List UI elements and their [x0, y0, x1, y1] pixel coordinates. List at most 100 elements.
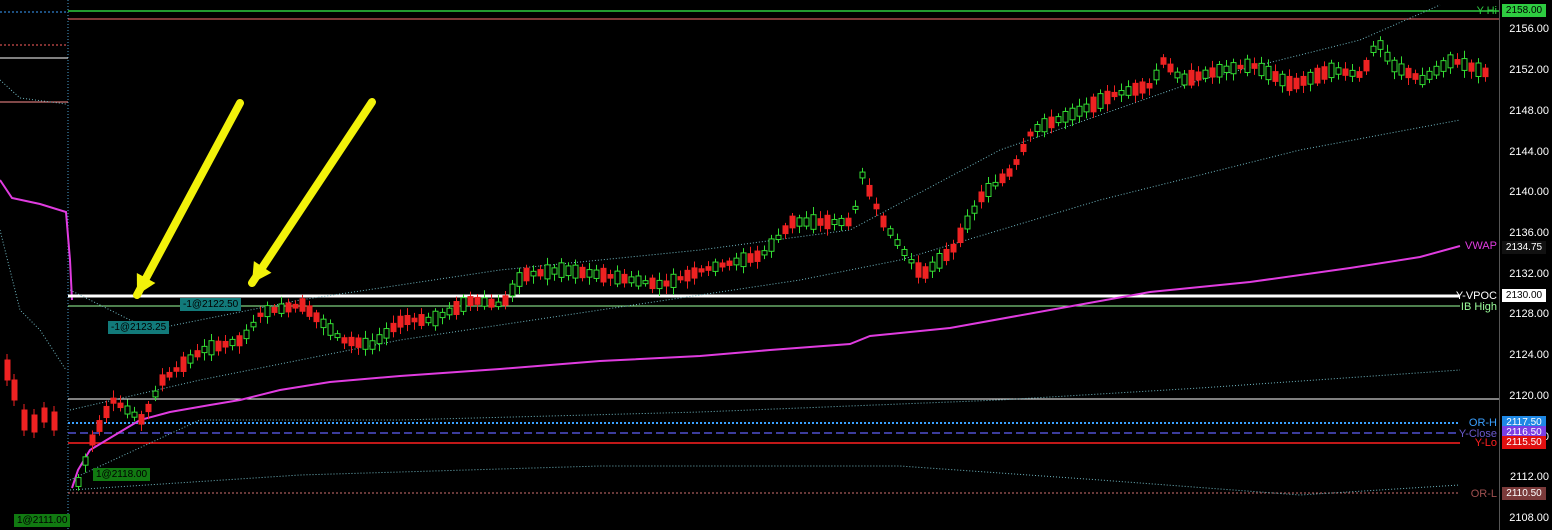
candle-body: [1111, 91, 1118, 98]
candle-body: [558, 262, 565, 278]
trade-marker-buy-1[interactable]: 1@2118.00: [93, 468, 151, 481]
candle-body: [96, 420, 103, 432]
candle-body: [208, 340, 215, 356]
candle-body: [789, 215, 796, 229]
candle-body: [1433, 65, 1440, 76]
band-upper-1: [69, 119, 1461, 411]
candle-body: [41, 407, 48, 423]
candle-body: [285, 302, 292, 313]
candle-body: [978, 191, 985, 203]
candle-body: [292, 303, 299, 309]
candle-body: [432, 310, 439, 327]
candle-body: [488, 298, 495, 308]
candle-body: [1328, 62, 1335, 79]
candle-body: [1167, 63, 1174, 73]
candle-body: [1132, 82, 1139, 96]
candle-body: [222, 340, 229, 348]
candle-body: [1209, 67, 1216, 78]
candle-body: [1244, 58, 1251, 74]
candle-body: [887, 228, 894, 236]
candle-body: [523, 267, 530, 282]
candle-body: [761, 250, 768, 256]
candle-body: [1181, 73, 1188, 86]
axis-tick-label: 2132.00: [1509, 267, 1549, 280]
candle-body: [404, 314, 411, 326]
candle-body: [719, 262, 726, 268]
candle-body: [1118, 90, 1125, 96]
candle-body: [901, 248, 908, 257]
candle-body: [1405, 67, 1412, 79]
candle-body: [852, 205, 859, 210]
candle-body: [593, 269, 600, 279]
candle-body: [894, 239, 901, 246]
candle-body: [1321, 66, 1328, 80]
candle-body: [838, 217, 845, 227]
candle-body: [859, 171, 866, 179]
candle-body: [320, 318, 327, 329]
candle-body: [1034, 124, 1041, 132]
candle-body: [810, 214, 817, 230]
candle-body: [537, 269, 544, 277]
candle-body: [754, 250, 761, 262]
candle-body: [131, 411, 138, 418]
candle-body: [236, 335, 243, 347]
candle-body: [747, 253, 754, 263]
profile-band-lower: [0, 229, 67, 371]
price-chart-plot[interactable]: Y-Hi Y-VPOC IB High VWAP OR-H Y-Close Y-…: [0, 0, 1499, 530]
candle-body: [803, 217, 810, 227]
candle-body: [103, 405, 110, 419]
candle-body: [1342, 68, 1349, 76]
candle-body: [1104, 90, 1111, 105]
candle-body: [1293, 77, 1300, 90]
candle-body: [1188, 69, 1195, 86]
candle-body: [775, 234, 782, 241]
candle-body: [1083, 103, 1090, 113]
candle-body: [306, 305, 313, 317]
candle-body: [1314, 67, 1321, 84]
candle-body: [82, 456, 89, 466]
candle-body: [453, 301, 460, 315]
trade-marker-buy-2[interactable]: 1@2111.00: [14, 514, 71, 527]
candle-body: [831, 218, 838, 226]
candle-body: [383, 328, 390, 339]
price-tag-or-l: 2110.50: [1502, 487, 1546, 500]
profile-vwap-line: [0, 179, 73, 301]
candlestick-chart[interactable]: [0, 0, 1499, 530]
candle-body: [313, 312, 320, 323]
candle-body: [649, 277, 656, 290]
candle-body: [180, 356, 187, 372]
candle-body: [572, 264, 579, 279]
price-axis[interactable]: 2108.002112.002116.002120.002124.002128.…: [1499, 0, 1552, 530]
candle-body: [474, 296, 481, 305]
candle-body: [1041, 118, 1048, 133]
trade-marker-sell-2[interactable]: -1@2123.25: [108, 321, 170, 334]
candle-body: [950, 243, 957, 253]
price-tag-y-vpoc: 2130.00: [1502, 289, 1546, 302]
candle-body: [1349, 69, 1356, 77]
candle-body: [1237, 64, 1244, 70]
candle-body: [1076, 105, 1083, 117]
candle-body: [1419, 74, 1426, 86]
candle-body: [691, 267, 698, 279]
candle-body: [964, 215, 971, 230]
candle-body: [656, 279, 663, 290]
candle-body: [999, 173, 1006, 184]
candle-body: [1279, 73, 1286, 87]
candle-body: [1398, 63, 1405, 76]
candle-body: [348, 336, 355, 347]
candle-body: [796, 217, 803, 227]
candle-body: [31, 414, 38, 433]
candle-body: [166, 371, 173, 378]
trade-marker-sell-1[interactable]: -1@2122.50: [180, 298, 242, 311]
candle-body: [467, 296, 474, 306]
candle-body: [1482, 67, 1489, 78]
candle-body: [264, 305, 271, 318]
axis-tick-label: 2124.00: [1509, 349, 1549, 362]
label-or-l: OR-L: [1470, 488, 1497, 500]
candle-body: [1440, 60, 1447, 72]
candle-body: [684, 269, 691, 282]
axis-tick-label: 2108.00: [1509, 512, 1549, 524]
candle-body: [1062, 110, 1069, 123]
candle-body: [369, 340, 376, 350]
price-tag-y-hi: 2158.00: [1502, 4, 1546, 17]
